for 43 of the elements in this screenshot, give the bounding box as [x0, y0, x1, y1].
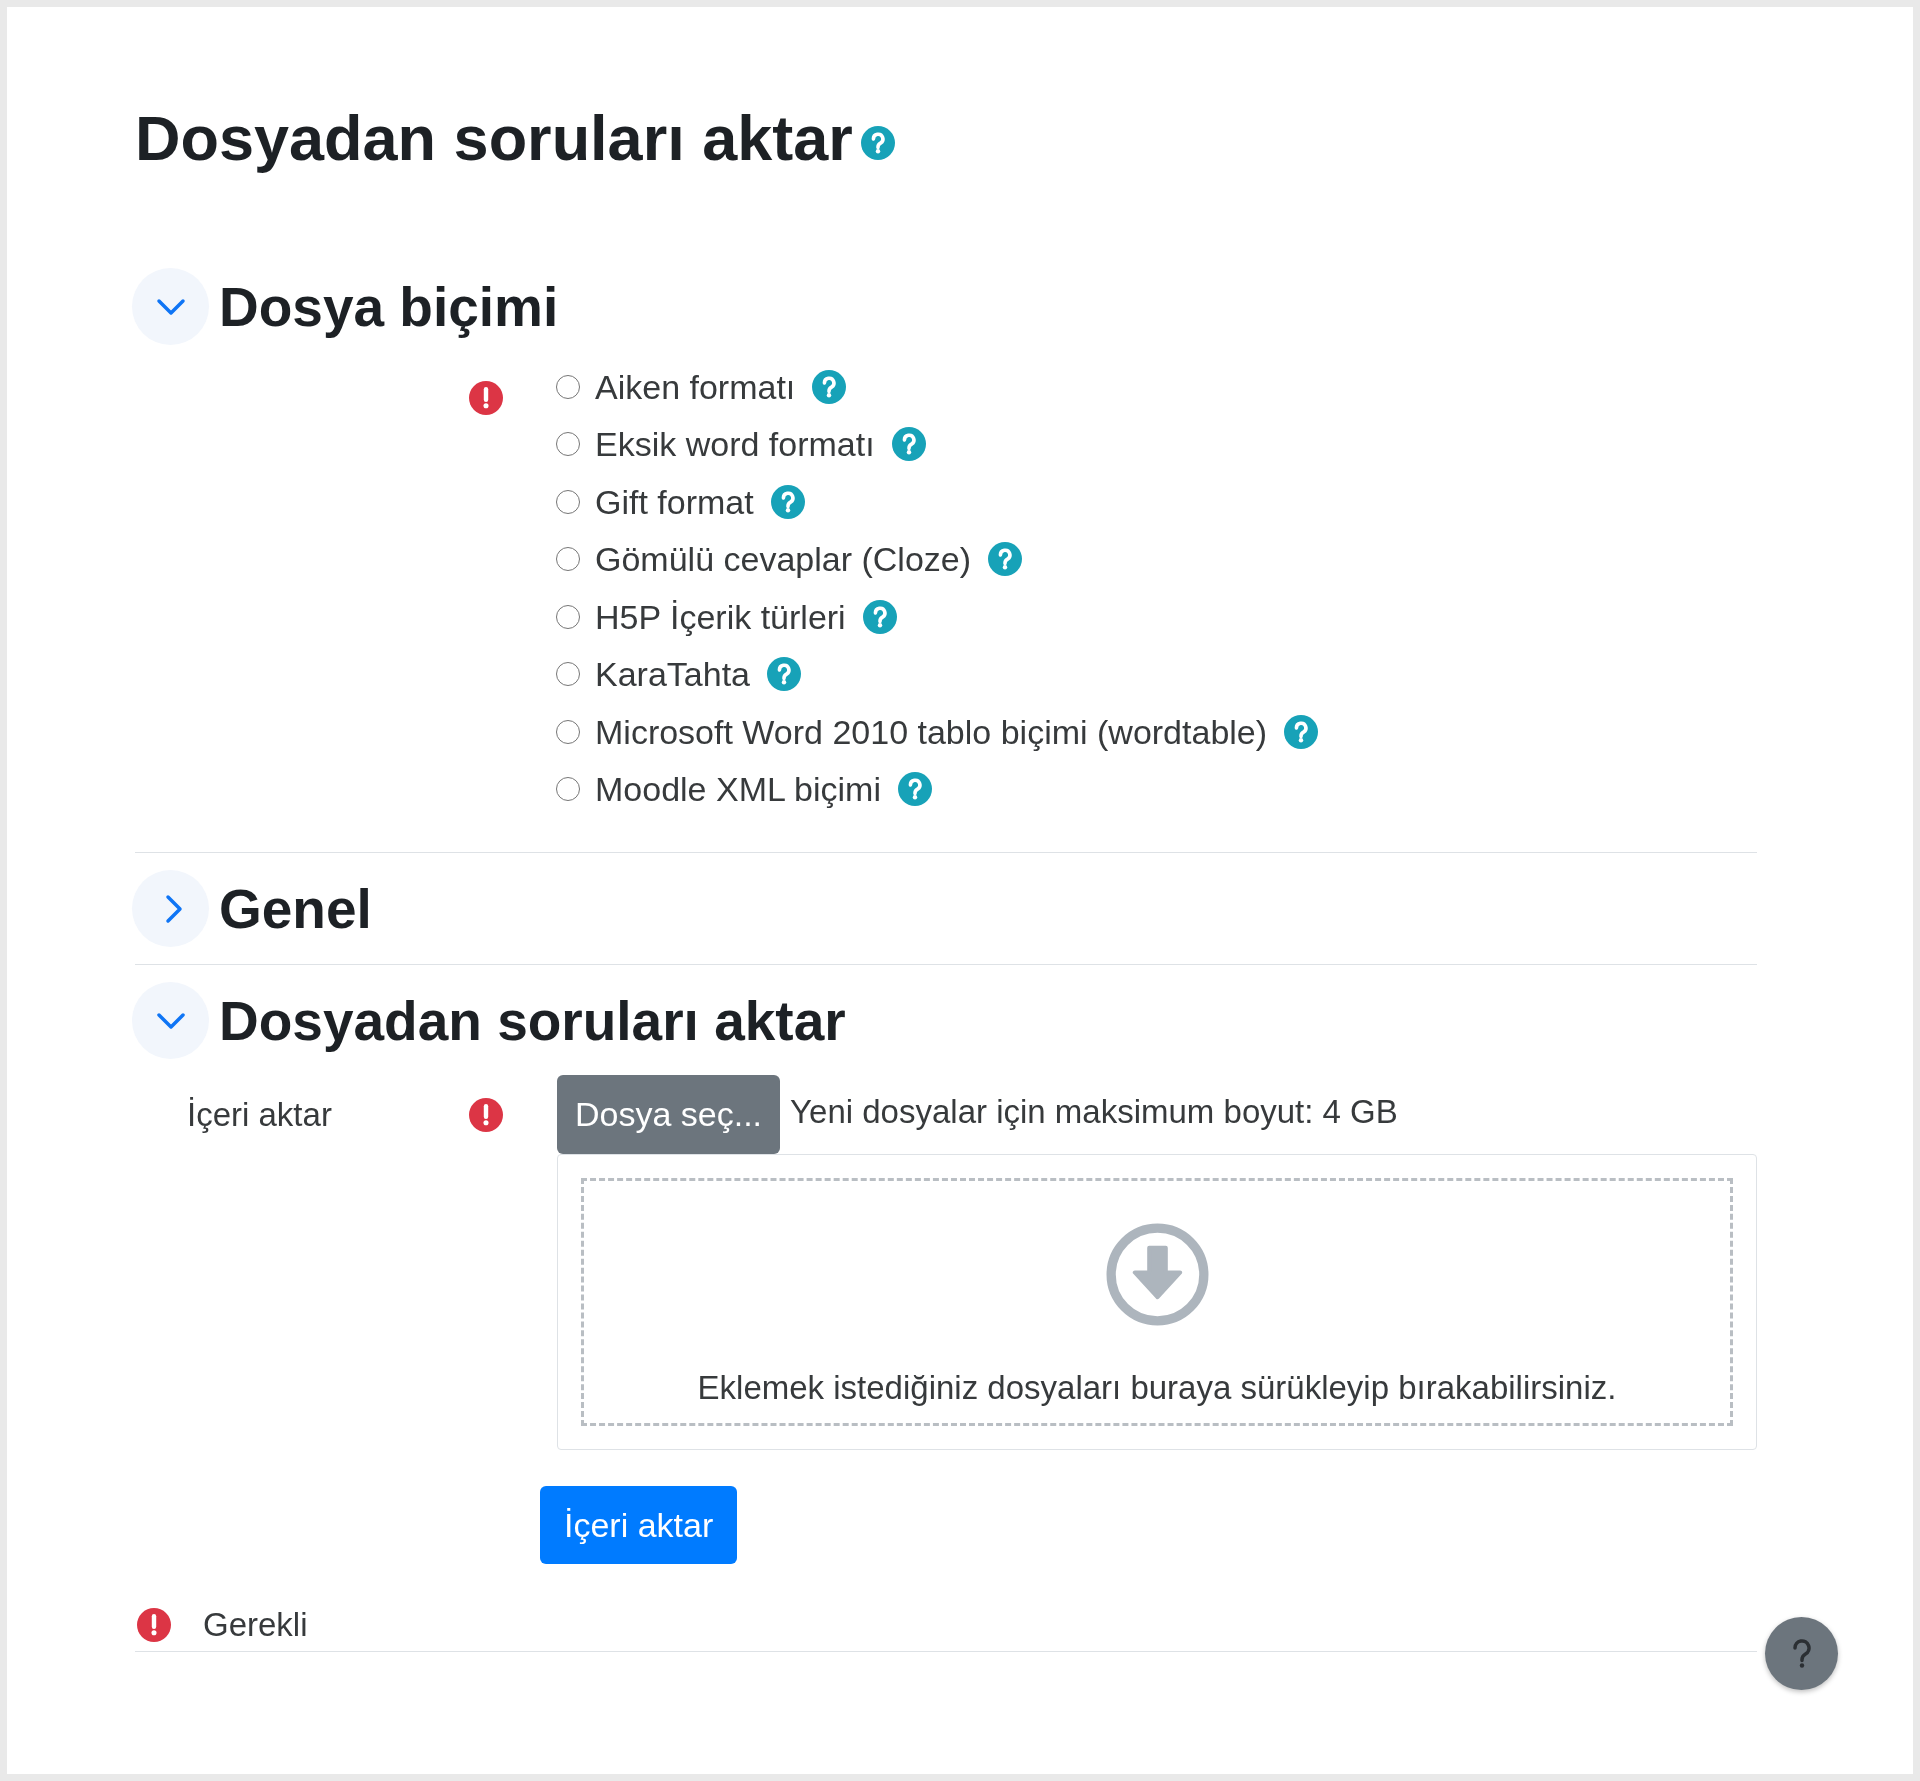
radio-label[interactable]: Gift format — [595, 481, 754, 522]
radio-label[interactable]: Eksik word formatı — [595, 424, 875, 465]
radio-button[interactable] — [556, 432, 580, 457]
chevron-down-icon — [155, 297, 186, 316]
help-icon[interactable] — [1284, 714, 1319, 749]
radio-button[interactable] — [556, 489, 580, 514]
required-note: Gerekli — [203, 1605, 308, 1645]
radio-button[interactable] — [556, 604, 580, 629]
field-label: İçeri aktar — [187, 1094, 332, 1135]
help-icon[interactable] — [767, 657, 801, 692]
radio-button[interactable] — [556, 777, 580, 802]
question-mark-icon — [1791, 1638, 1812, 1669]
radio-label[interactable]: H5P İçerik türleri — [595, 596, 846, 637]
radio-label[interactable]: Moodle XML biçimi — [595, 769, 881, 810]
help-icon[interactable] — [812, 369, 847, 404]
radio-label[interactable]: Gömülü cevaplar (Cloze) — [595, 539, 972, 580]
radio-label[interactable]: Microsoft Word 2010 tablo biçimi (wordtable) — [595, 711, 1268, 752]
help-icon[interactable] — [891, 427, 926, 462]
radio-button[interactable] — [556, 662, 580, 687]
help-button[interactable] — [1765, 1617, 1838, 1690]
import-button[interactable]: İçeri aktar — [540, 1486, 738, 1564]
drop-zone[interactable]: Eklemek istediğiniz dosyaları buraya sürükleyip bırakabilirsiniz. — [581, 1178, 1733, 1426]
page-title: Dosyadan soruları aktar — [135, 102, 853, 175]
radio-button[interactable] — [556, 719, 580, 744]
help-icon[interactable] — [988, 542, 1023, 577]
max-size-text: Yeni dosyalar için maksimum boyut: 4 GB — [790, 1091, 1398, 1132]
help-icon[interactable] — [770, 484, 805, 519]
help-icon[interactable] — [862, 599, 897, 634]
chevron-right-icon — [164, 893, 183, 924]
section-title: Genel — [219, 876, 372, 942]
help-icon[interactable] — [897, 772, 932, 807]
required-icon — [137, 1608, 171, 1642]
help-icon[interactable] — [860, 126, 895, 160]
choose-file-button[interactable]: Dosya seç... — [557, 1075, 781, 1154]
drop-hint-text: Eklemek istediğiniz dosyaları buraya sürükleyip bırakabilirsiniz. — [697, 1368, 1617, 1408]
radio-label[interactable]: Aiken formatı — [595, 366, 796, 407]
chevron-down-icon — [155, 1011, 186, 1030]
radio-button[interactable] — [556, 547, 580, 572]
radio-label[interactable]: KaraTahta — [595, 654, 750, 695]
radio-button[interactable] — [556, 374, 580, 399]
arrow-down-circle-icon — [1105, 1223, 1209, 1326]
section-title: Dosya biçimi — [219, 274, 559, 340]
section-title: Dosyadan soruları aktar — [219, 988, 846, 1054]
